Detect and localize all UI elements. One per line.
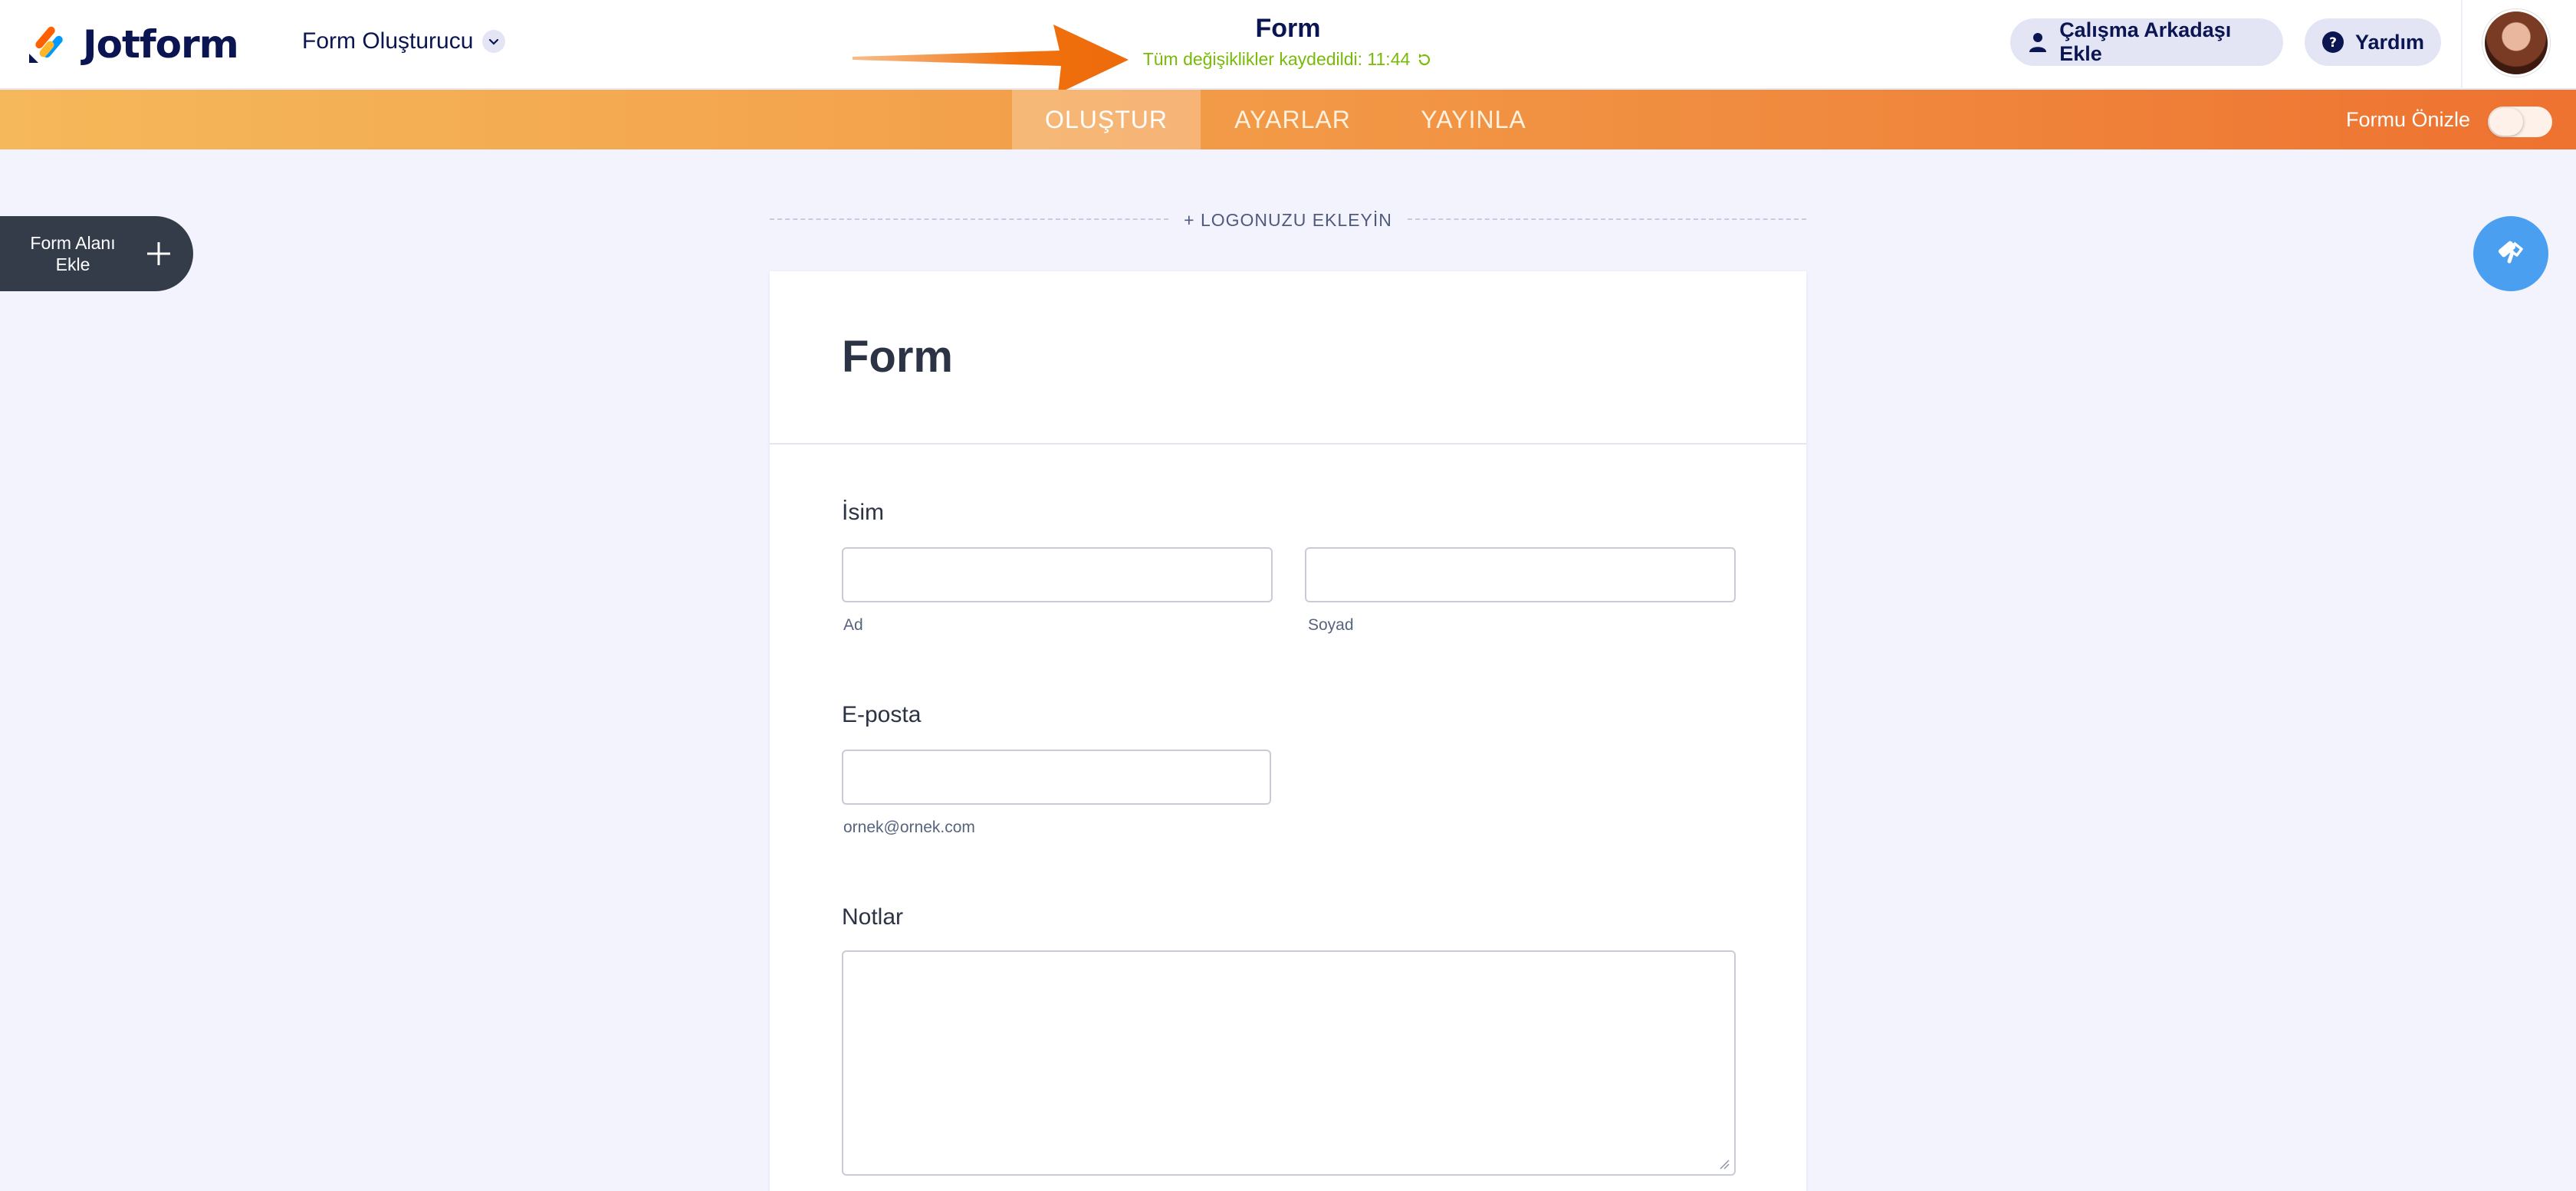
user-avatar[interactable] bbox=[2482, 9, 2550, 77]
form-designer-button[interactable] bbox=[2473, 216, 2548, 291]
brand-name: Jotform bbox=[83, 22, 239, 67]
tab-build[interactable]: OLUŞTUR bbox=[1012, 90, 1201, 149]
help-icon: ? bbox=[2321, 31, 2344, 54]
save-status-text: Tüm değişiklikler kaydedildi: 11:44 bbox=[1142, 49, 1411, 69]
invite-collaborator-button[interactable]: Çalışma Arkadaşı Ekle bbox=[2010, 18, 2283, 66]
preview-form-label: Formu Önizle bbox=[2346, 108, 2471, 131]
form-header[interactable]: Form bbox=[770, 271, 1806, 445]
notes-textarea[interactable] bbox=[842, 950, 1736, 1176]
last-name-sublabel: Soyad bbox=[1308, 616, 1354, 634]
email-input[interactable] bbox=[842, 750, 1271, 805]
email-sublabel: ornek@ornek.com bbox=[843, 819, 975, 836]
chevron-down-icon bbox=[482, 30, 506, 53]
jotform-logo-icon bbox=[29, 26, 63, 63]
product-switcher-label: Form Oluşturucu bbox=[302, 28, 474, 54]
name-field-label[interactable]: İsim bbox=[842, 500, 884, 526]
paint-roller-icon bbox=[2498, 241, 2523, 264]
toggle-knob bbox=[2489, 108, 2523, 136]
plus-icon bbox=[147, 242, 170, 265]
tab-settings[interactable]: AYARLAR bbox=[1201, 90, 1385, 149]
annotation-arrow bbox=[853, 25, 1129, 94]
tab-publish[interactable]: YAYINLA bbox=[1385, 90, 1562, 149]
preview-form-toggle[interactable] bbox=[2488, 107, 2552, 137]
form-title[interactable]: Form bbox=[1135, 14, 1441, 44]
last-name-input[interactable] bbox=[1305, 547, 1736, 602]
first-name-input[interactable] bbox=[842, 547, 1273, 602]
add-form-element-button[interactable]: Form Alanı Ekle bbox=[0, 216, 193, 291]
product-switcher[interactable]: Form Oluşturucu bbox=[302, 26, 506, 57]
refresh-icon bbox=[1419, 53, 1431, 65]
jotform-logo[interactable]: Jotform bbox=[26, 17, 239, 72]
first-name-sublabel: Ad bbox=[843, 616, 863, 634]
notes-field-label[interactable]: Notlar bbox=[842, 904, 903, 930]
add-form-element-label: Form Alanı Ekle bbox=[0, 232, 146, 275]
add-logo-area[interactable]: + LOGONUZU EKLEYİN bbox=[770, 210, 1806, 230]
add-form-element-line1: Form Alanı bbox=[30, 233, 116, 253]
form-card: Form İsim Ad Soyad E-posta ornek@ornek.c… bbox=[770, 271, 1806, 1191]
email-field-label[interactable]: E-posta bbox=[842, 702, 921, 728]
resize-grip-icon[interactable] bbox=[1719, 1159, 1730, 1170]
builder-nav: OLUŞTUR AYARLAR YAYINLA Formu Önizle bbox=[0, 90, 2576, 149]
header-divider bbox=[2461, 0, 2463, 89]
help-label: Yardım bbox=[2355, 30, 2425, 54]
add-logo-link[interactable]: + LOGONUZU EKLEYİN bbox=[770, 210, 1806, 231]
help-button[interactable]: ? Yardım bbox=[2305, 18, 2441, 66]
invite-label: Çalışma Arkadaşı Ekle bbox=[2059, 18, 2232, 65]
add-form-element-line2: Ekle bbox=[55, 254, 90, 274]
user-icon bbox=[2027, 31, 2049, 54]
top-bar: Jotform Form Oluşturucu Form Tüm değişik… bbox=[0, 0, 2576, 94]
svg-text:?: ? bbox=[2329, 35, 2337, 51]
form-heading[interactable]: Form bbox=[842, 331, 953, 382]
